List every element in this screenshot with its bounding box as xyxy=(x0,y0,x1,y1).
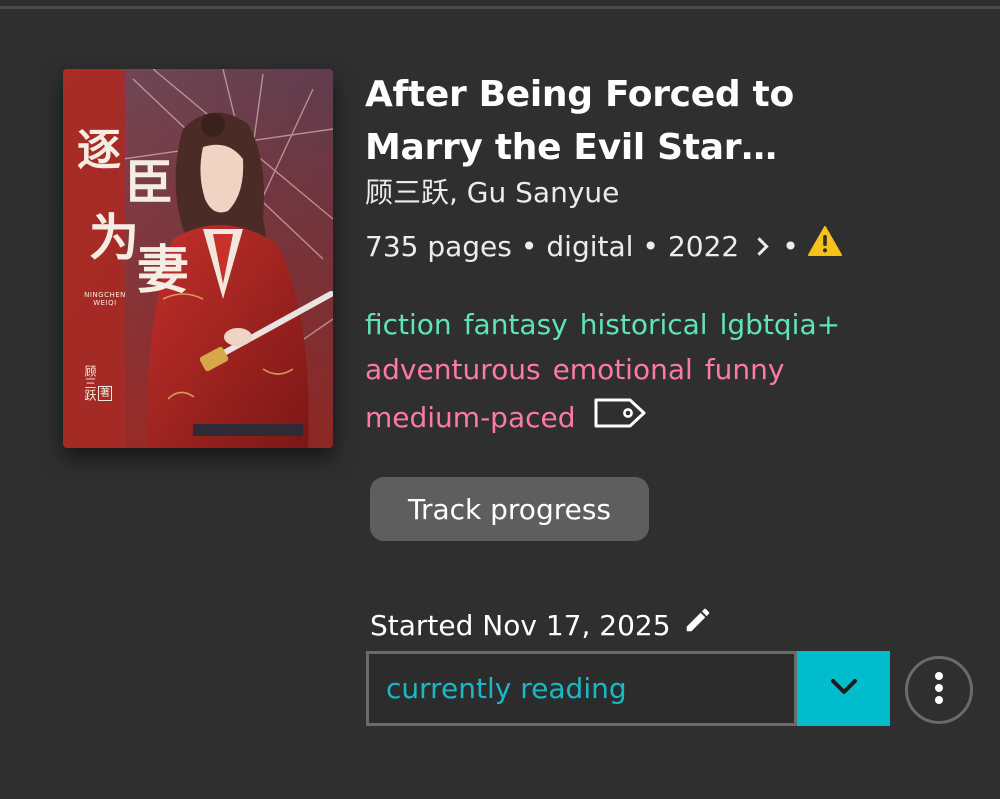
genre-tags-row: fiction fantasy historical lgbtqia+ xyxy=(365,302,925,347)
mood-tags-row: adventurous emotional funny xyxy=(365,347,925,392)
more-vertical-icon xyxy=(934,671,944,709)
pace-tag[interactable]: medium-paced xyxy=(365,395,576,440)
cover-author-seal: 顾三跃 著 xyxy=(83,365,112,401)
book-format: digital xyxy=(546,229,634,263)
chevron-right-icon[interactable] xyxy=(750,237,769,256)
pace-tags-row: medium-paced xyxy=(365,392,925,443)
book-author[interactable]: 顾三跃, Gu Sanyue xyxy=(365,173,619,213)
meta-separator: • xyxy=(520,229,538,263)
more-options-button[interactable] xyxy=(905,656,973,724)
tag-list: fiction fantasy historical lgbtqia+ adve… xyxy=(365,302,925,443)
status-dropdown-button[interactable] xyxy=(797,651,890,726)
reading-status-select[interactable]: currently reading xyxy=(366,651,797,726)
genre-tag[interactable]: historical xyxy=(580,302,708,347)
book-meta: 735 pages • digital • 2022 • xyxy=(365,225,843,268)
meta-separator: • xyxy=(642,229,659,263)
pencil-icon[interactable] xyxy=(683,605,713,646)
cover-author-mark: 著 xyxy=(98,386,112,401)
genre-tag[interactable]: fiction xyxy=(365,302,452,347)
publication-year: 2022 xyxy=(667,229,740,263)
tag-icon[interactable] xyxy=(592,396,648,443)
cover-romanized-title: NINGCHEN WEIQI xyxy=(84,291,126,307)
genre-tag[interactable]: fantasy xyxy=(464,302,568,347)
top-divider xyxy=(0,6,1000,9)
cover-title-calligraphy: 逐 臣 为 妻 xyxy=(73,129,190,301)
chevron-down-icon xyxy=(829,677,859,701)
mood-tag[interactable]: funny xyxy=(705,347,785,392)
meta-separator: • xyxy=(782,229,799,263)
started-date: Started Nov 17, 2025 xyxy=(370,605,713,646)
warning-icon[interactable] xyxy=(807,225,843,268)
mood-tag[interactable]: emotional xyxy=(553,347,693,392)
cover-author-glyphs: 顾三跃 xyxy=(83,365,97,401)
genre-tag[interactable]: lgbtqia+ xyxy=(720,302,840,347)
book-title[interactable]: After Being Forced to Marry the Evil Sta… xyxy=(365,68,885,174)
cover-glyph: 臣 xyxy=(125,155,174,211)
started-date-label: Started Nov 17, 2025 xyxy=(370,608,671,642)
cover-glyph: 妻 xyxy=(137,240,190,301)
track-progress-button[interactable]: Track progress xyxy=(370,477,649,541)
book-cover[interactable]: 逐 臣 为 妻 NINGCHEN WEIQI 顾三跃 著 xyxy=(63,69,333,448)
reading-status-value: currently reading xyxy=(386,672,627,705)
mood-tag[interactable]: adventurous xyxy=(365,347,541,392)
page-count: 735 pages xyxy=(365,229,512,263)
